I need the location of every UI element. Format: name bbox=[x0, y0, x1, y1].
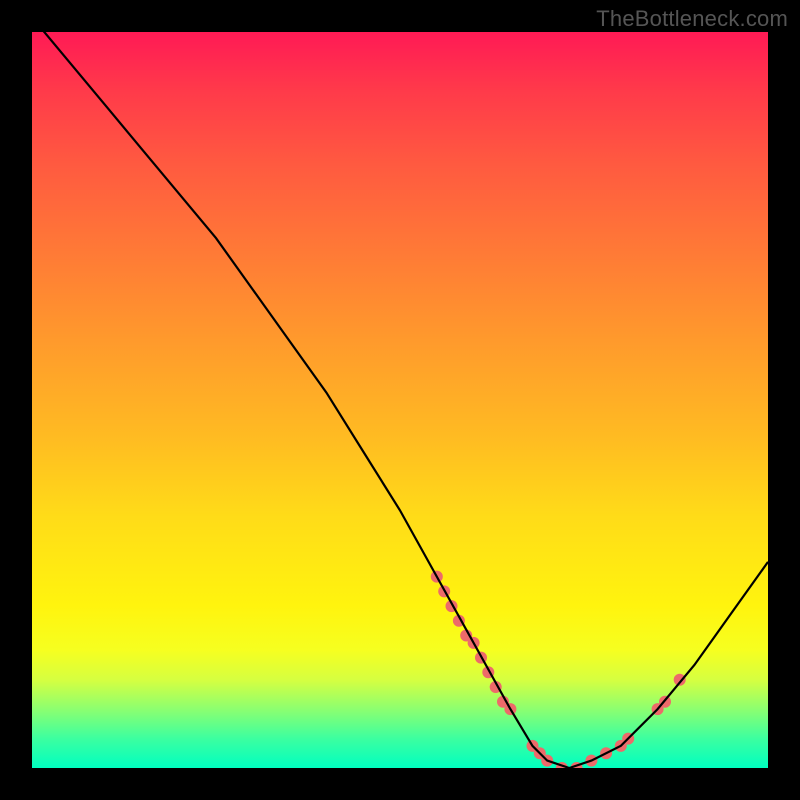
chart-plot-area bbox=[32, 32, 768, 768]
scatter-points bbox=[431, 571, 686, 768]
chart-frame: TheBottleneck.com bbox=[0, 0, 800, 800]
chart-svg bbox=[32, 32, 768, 768]
watermark-text: TheBottleneck.com bbox=[596, 6, 788, 32]
bottleneck-curve bbox=[32, 32, 768, 768]
